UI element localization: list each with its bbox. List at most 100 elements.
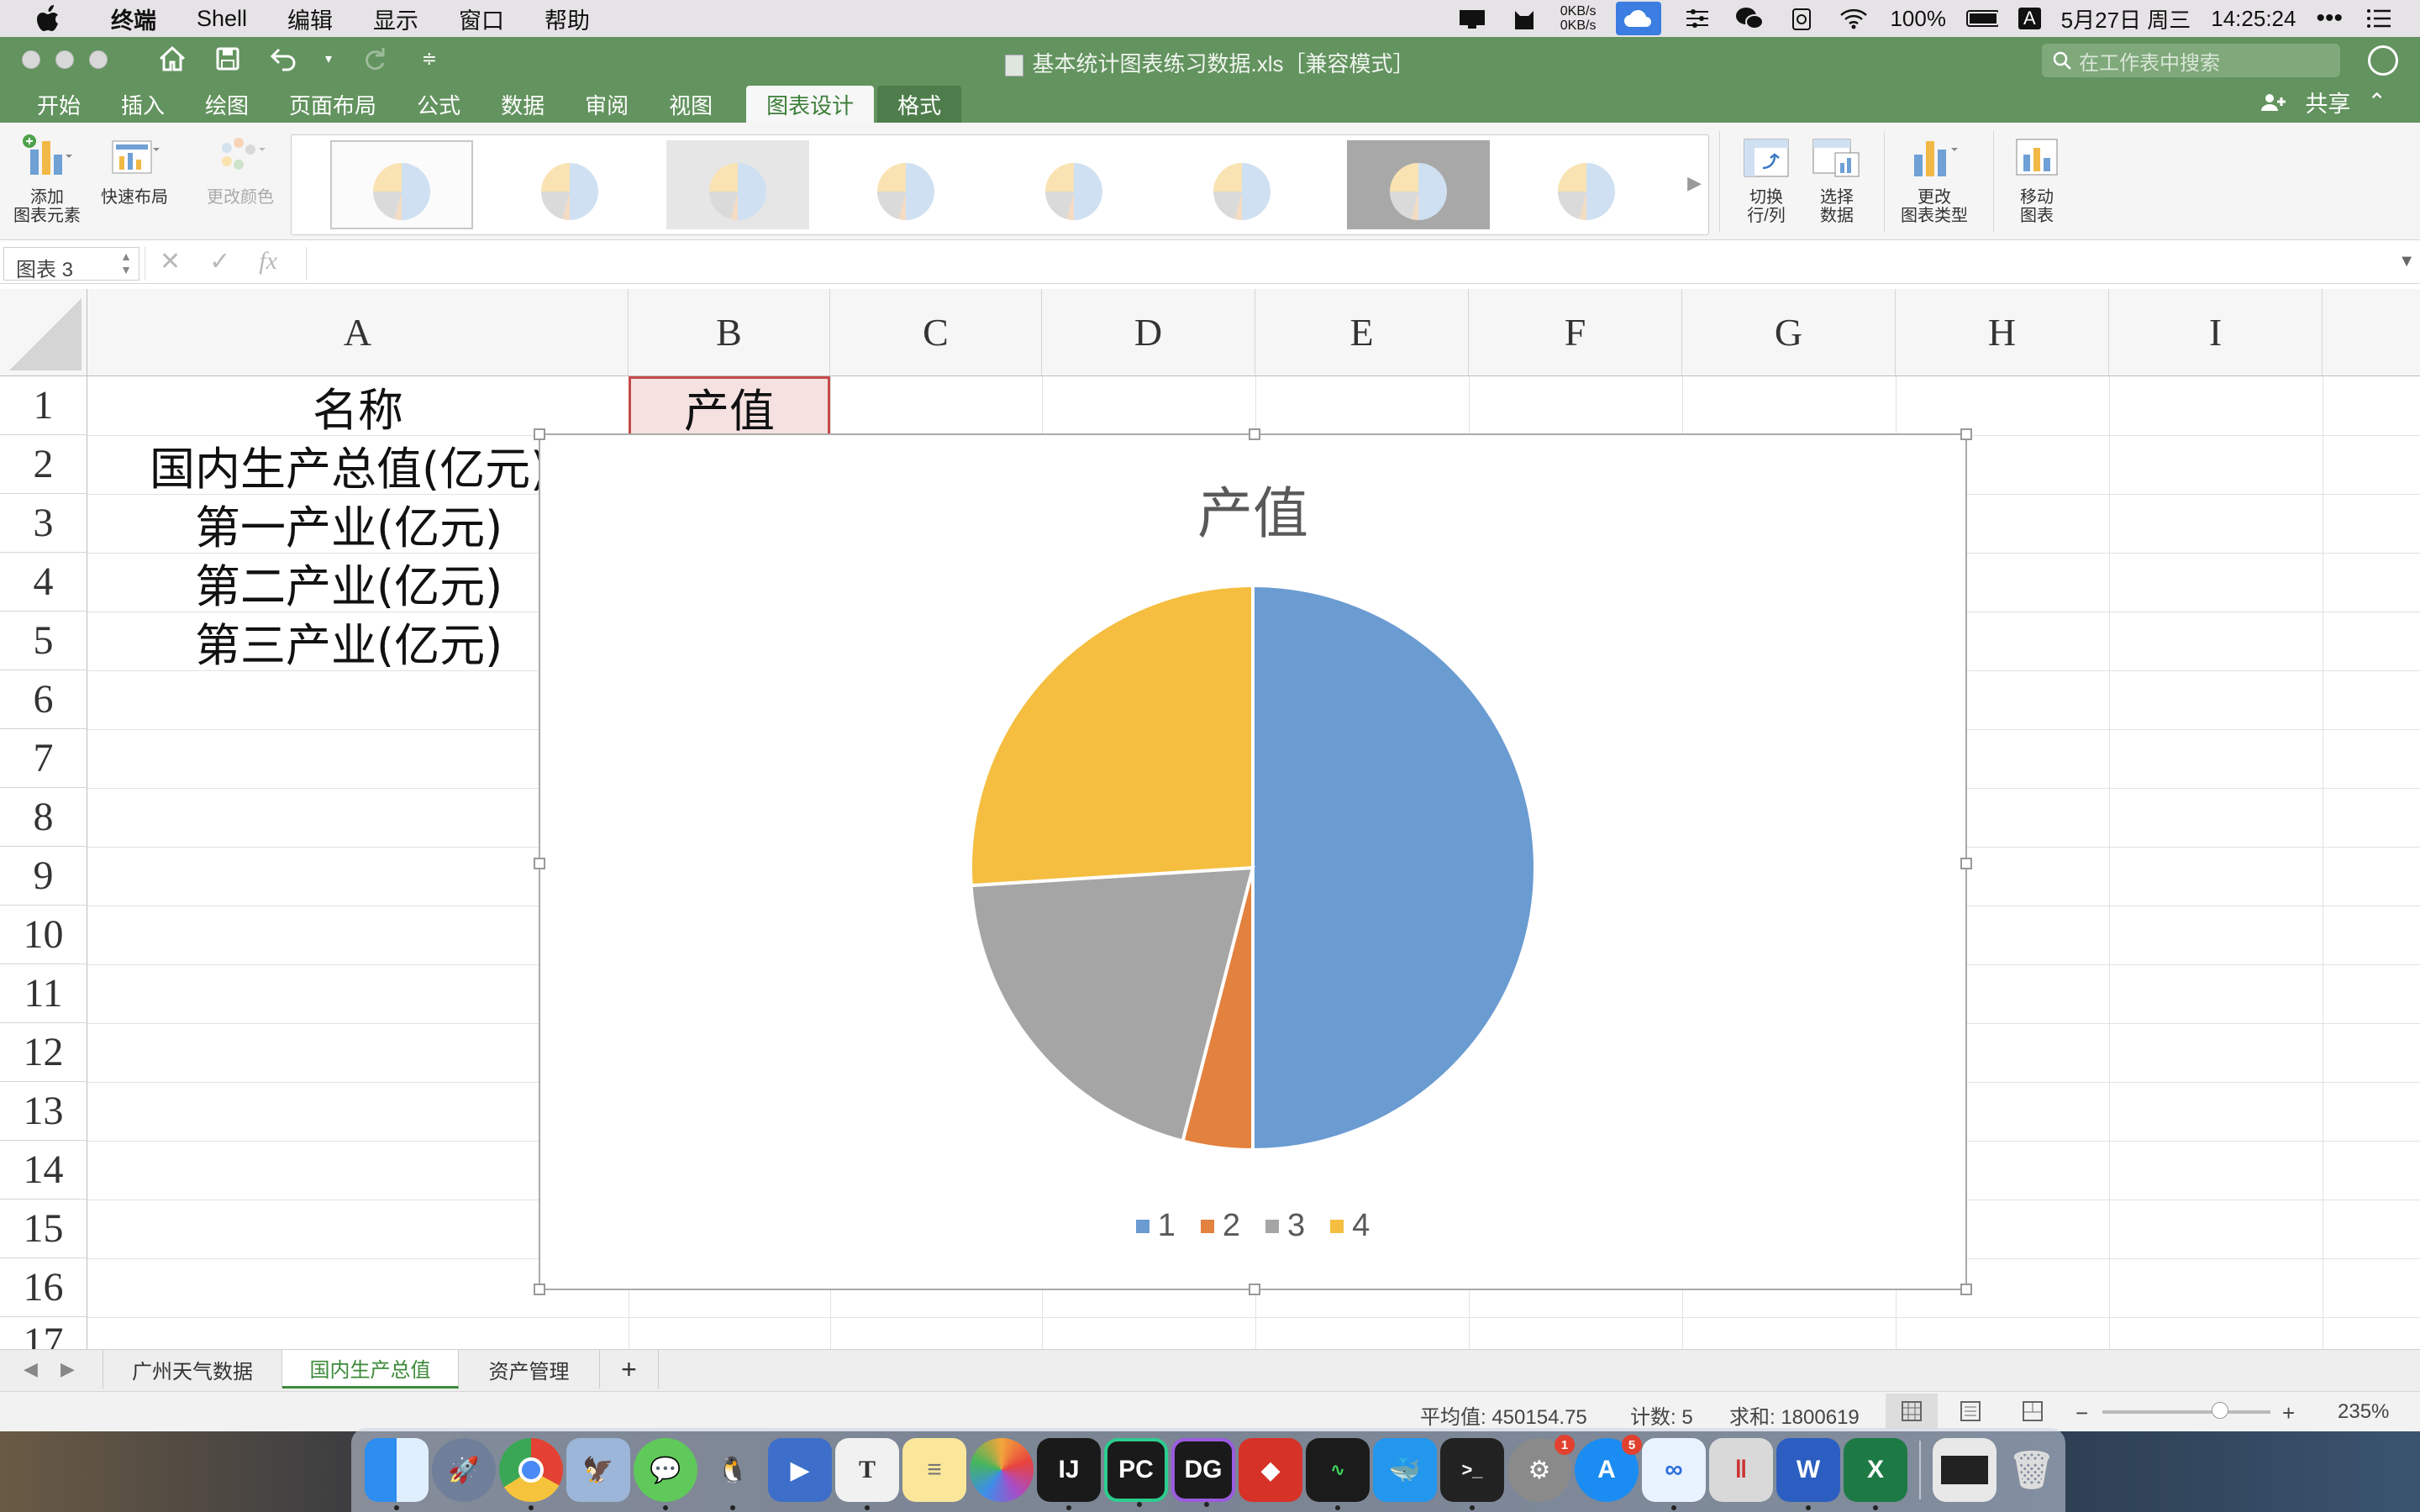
zoom-slider-knob[interactable] xyxy=(2212,1402,2228,1419)
menu-help[interactable]: 帮助 xyxy=(544,3,590,35)
column-header-b[interactable]: B xyxy=(629,289,830,376)
page-layout-view-icon[interactable] xyxy=(1958,1400,1983,1428)
sliders-icon[interactable] xyxy=(1681,6,1713,31)
screen-record-icon[interactable] xyxy=(1456,6,1488,31)
chart-style-6[interactable] xyxy=(1171,140,1313,229)
zoom-slider-track[interactable] xyxy=(2102,1410,2270,1414)
quick-layout-button[interactable]: 快速布局 xyxy=(101,134,168,207)
row-header-14[interactable]: 14 xyxy=(0,1141,87,1200)
chart-style-1[interactable] xyxy=(330,140,473,229)
more-icon[interactable]: ••• xyxy=(2316,4,2343,33)
column-header-a[interactable]: A xyxy=(87,289,629,376)
name-box[interactable]: 图表 3 ▲ ▼ xyxy=(3,247,139,281)
column-header-h[interactable]: H xyxy=(1896,289,2109,376)
cancel-formula-icon[interactable]: ✕ xyxy=(160,247,181,276)
trash-icon[interactable]: 🗑 xyxy=(2000,1438,2064,1502)
row-header-2[interactable]: 2 xyxy=(0,435,87,494)
wechat-dock-icon[interactable]: 💬 xyxy=(634,1438,697,1510)
tab-data[interactable]: 数据 xyxy=(481,86,565,123)
switch-row-column-button[interactable]: 切换 行/列 xyxy=(1741,134,1791,225)
formula-input[interactable] xyxy=(308,244,2391,284)
gallery-next-arrow-icon[interactable]: ▶ xyxy=(1687,172,1702,194)
row-header-7[interactable]: 7 xyxy=(0,729,87,788)
docker-icon[interactable]: 🐳 xyxy=(1373,1438,1437,1502)
preview-icon[interactable]: 🦅 xyxy=(566,1438,630,1502)
collapse-ribbon-icon[interactable]: ⌃ xyxy=(2367,89,2386,115)
feedback-smiley-icon[interactable] xyxy=(2368,45,2398,76)
legend-item-2[interactable]: 2 xyxy=(1200,1208,1240,1244)
app-store-icon[interactable]: A5 xyxy=(1575,1435,1642,1502)
parallels-icon[interactable]: ‖ xyxy=(1709,1438,1773,1502)
zoom-level[interactable]: 235% xyxy=(2338,1400,2389,1424)
sheet-tab-gdp[interactable]: 国内生产总值 xyxy=(282,1350,459,1389)
legend-item-3[interactable]: 3 xyxy=(1265,1208,1305,1244)
cell-a1[interactable]: 名称 xyxy=(87,376,629,436)
page-break-view-icon[interactable] xyxy=(2020,1400,2045,1428)
chart-style-2[interactable] xyxy=(498,140,641,229)
chart-style-3[interactable] xyxy=(666,140,809,229)
chart-style-8[interactable] xyxy=(1515,140,1658,229)
pie-chart[interactable]: 产值 1234 xyxy=(534,428,1972,1295)
column-header-g[interactable]: G xyxy=(1682,289,1896,376)
add-chart-element-button[interactable]: 添加 图表元素 xyxy=(13,134,81,225)
row-header-3[interactable]: 3 xyxy=(0,494,87,553)
select-data-button[interactable]: 选择 数据 xyxy=(1812,134,1862,225)
baidu-netdisk-icon[interactable]: ∞ xyxy=(1642,1438,1706,1510)
select-all-corner[interactable] xyxy=(0,289,87,376)
clipboard-icon[interactable] xyxy=(1786,6,1818,31)
column-header-c[interactable]: C xyxy=(830,289,1042,376)
normal-view-icon[interactable] xyxy=(1886,1394,1938,1429)
row-header-9[interactable]: 9 xyxy=(0,847,87,906)
input-method-indicator[interactable]: A xyxy=(2018,8,2041,29)
typora-icon[interactable]: T xyxy=(835,1438,899,1510)
chart-style-7[interactable] xyxy=(1347,140,1490,229)
system-preferences-icon[interactable]: ⚙ 1 xyxy=(1507,1435,1575,1502)
tab-chart-design[interactable]: 图表设计 xyxy=(746,86,875,123)
datagrip-icon[interactable]: DG xyxy=(1171,1438,1235,1507)
pycharm-icon[interactable]: PC xyxy=(1104,1438,1168,1507)
tab-insert[interactable]: 插入 xyxy=(101,86,185,123)
chrome-icon[interactable] xyxy=(499,1438,563,1510)
legend-item-4[interactable]: 4 xyxy=(1330,1208,1370,1244)
chart-legend[interactable]: 1 2 3 4 xyxy=(540,1208,1965,1244)
cell-a4[interactable]: 第二产业(亿元) xyxy=(87,553,539,612)
menubar-date[interactable]: 5月27日 周三 xyxy=(2061,3,2191,34)
chart-style-4[interactable] xyxy=(834,140,977,229)
apple-icon[interactable] xyxy=(34,3,66,34)
cat-icon[interactable] xyxy=(1508,6,1540,31)
qq-icon[interactable]: 🐧 xyxy=(701,1438,765,1510)
pie-plot-area[interactable] xyxy=(540,435,1969,1292)
row-header-17[interactable]: 17 xyxy=(0,1317,87,1349)
cell-a3[interactable]: 第一产业(亿元) xyxy=(87,494,539,554)
finder-icon[interactable] xyxy=(365,1438,429,1510)
menu-window[interactable]: 窗口 xyxy=(459,3,504,35)
row-header-8[interactable]: 8 xyxy=(0,788,87,847)
name-box-stepper-icon[interactable]: ▲ ▼ xyxy=(120,249,132,276)
row-header-15[interactable]: 15 xyxy=(0,1200,87,1258)
menu-edit[interactable]: 编辑 xyxy=(287,3,333,35)
tab-home[interactable]: 开始 xyxy=(0,86,101,123)
share-button[interactable]: 共享 ⌃ xyxy=(2260,86,2386,118)
prev-sheet-arrow-icon[interactable]: ◀ xyxy=(24,1358,38,1380)
column-header-j[interactable] xyxy=(2323,289,2420,376)
row-header-12[interactable]: 12 xyxy=(0,1023,87,1082)
pie-slice-1[interactable] xyxy=(1251,583,1537,1152)
notification-center-icon[interactable] xyxy=(2363,6,2395,31)
wechat-icon[interactable] xyxy=(1733,6,1765,31)
row-header-4[interactable]: 4 xyxy=(0,553,87,612)
cell-a5[interactable]: 第三产业(亿元) xyxy=(87,612,539,671)
word-icon[interactable]: W xyxy=(1776,1438,1840,1510)
column-header-d[interactable]: D xyxy=(1042,289,1255,376)
add-sheet-button[interactable]: + xyxy=(600,1350,659,1389)
keynote-icon[interactable]: ▶ xyxy=(768,1438,832,1502)
sheet-search-box[interactable]: 在工作表中搜索 xyxy=(2042,44,2340,77)
wifi-icon[interactable] xyxy=(1838,6,1870,31)
zoom-in-icon[interactable]: + xyxy=(2282,1400,2295,1426)
row-header-6[interactable]: 6 xyxy=(0,670,87,729)
row-header-13[interactable]: 13 xyxy=(0,1082,87,1141)
column-header-f[interactable]: F xyxy=(1469,289,1682,376)
move-chart-button[interactable]: 移动 图表 xyxy=(2012,134,2062,225)
menu-shell[interactable]: Shell xyxy=(197,6,247,32)
confirm-formula-icon[interactable]: ✓ xyxy=(209,247,230,276)
tab-page-layout[interactable]: 页面布局 xyxy=(269,86,397,123)
